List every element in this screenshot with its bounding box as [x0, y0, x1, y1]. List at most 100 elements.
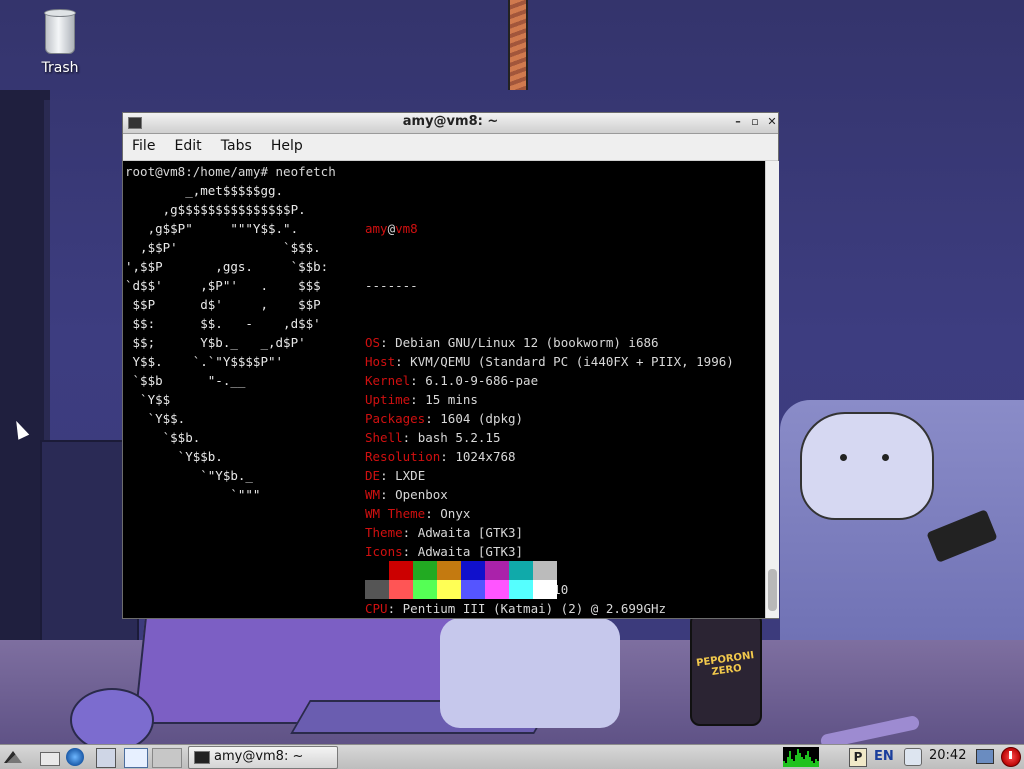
logo-line: $$P d$' , $$P	[125, 297, 321, 312]
info-value: Openbox	[395, 487, 448, 502]
palette-swatch	[437, 580, 461, 599]
info-row: Kernel: 6.1.0-9-686-pae	[365, 371, 734, 390]
cpu-bar	[817, 761, 819, 767]
wallpaper-cat-eye	[840, 454, 847, 461]
info-colon: :	[395, 354, 411, 369]
info-separator: -------	[365, 278, 418, 293]
color-palette	[365, 561, 557, 599]
info-label: Kernel	[365, 373, 411, 388]
wallpaper-cat	[800, 412, 934, 520]
info-label: Resolution	[365, 449, 441, 464]
logo-line: `Y$$b.	[125, 449, 223, 464]
palette-swatch	[461, 561, 485, 580]
palette-swatch	[389, 580, 413, 599]
info-row: CPU: Pentium III (Katmai) (2) @ 2.699GHz	[365, 599, 734, 618]
info-row: Host: KVM/QEMU (Standard PC (i440FX + PI…	[365, 352, 734, 371]
scrollbar[interactable]	[765, 161, 779, 618]
palette-swatch	[365, 580, 389, 599]
close-button[interactable]: ✕	[765, 115, 779, 129]
file-manager-icon[interactable]	[40, 752, 60, 766]
info-host: vm8	[395, 221, 418, 236]
palette-swatch	[485, 580, 509, 599]
logo-line: _,met$$$$$gg.	[125, 183, 284, 198]
palette-swatch	[461, 580, 485, 599]
desktop-icon-label: Trash	[41, 60, 79, 76]
menu-launcher-icon[interactable]	[4, 748, 22, 766]
info-value: Pentium III (Katmai) (2) @ 2.699GHz	[402, 601, 667, 616]
desktop-icon-trash[interactable]: Trash	[30, 9, 90, 76]
info-label: WM	[365, 487, 381, 502]
info-label: Shell	[365, 430, 403, 445]
logo-line: `Y$$	[125, 392, 171, 407]
palette-swatch	[365, 561, 389, 580]
info-value: Onyx	[440, 506, 471, 521]
wallpaper-can-label: PEPORONI ZERO	[695, 650, 755, 679]
wallpaper-rope	[508, 0, 528, 90]
clock[interactable]: 20:42	[929, 748, 966, 763]
info-label: WM Theme	[365, 506, 426, 521]
info-colon: :	[425, 506, 441, 521]
terminal-output[interactable]: root@vm8:/home/amy# neofetch _,met$$$$$g…	[123, 161, 765, 618]
logo-line: ',$$P ,ggs. `$$b:	[125, 259, 329, 274]
info-label: Host	[365, 354, 396, 369]
cpu-monitor[interactable]	[783, 747, 819, 767]
palette-swatch	[437, 561, 461, 580]
info-colon: :	[410, 392, 426, 407]
info-value: KVM/QEMU (Standard PC (i440FX + PIIX, 19…	[410, 354, 734, 369]
info-label: Packages	[365, 411, 426, 426]
menu-help[interactable]: Help	[264, 134, 310, 154]
workspace-2-button[interactable]	[152, 748, 182, 768]
info-colon: :	[402, 430, 418, 445]
info-row: DE: LXDE	[365, 466, 734, 485]
tray-app-icon[interactable]: P	[849, 748, 867, 767]
terminal-window[interactable]: amy@vm8: ~ – ▫ ✕ File Edit Tabs Help roo…	[122, 112, 779, 619]
wallpaper-cat-eye	[882, 454, 889, 461]
taskbar-window-button[interactable]: amy@vm8: ~	[188, 746, 338, 769]
workspace-1-button[interactable]	[124, 748, 148, 768]
show-desktop-icon[interactable]	[96, 748, 116, 768]
display-icon[interactable]	[976, 749, 994, 764]
info-colon: :	[402, 544, 418, 559]
info-value: Debian GNU/Linux 12 (bookworm) i686	[395, 335, 659, 350]
logo-line: $$; Y$b._ _,d$P'	[125, 335, 306, 350]
logo-line: ,g$$$$$$$$$$$$$$$P.	[125, 202, 306, 217]
info-row: Shell: bash 5.2.15	[365, 428, 734, 447]
logo-line: `$$b.	[125, 430, 201, 445]
menu-edit[interactable]: Edit	[168, 134, 209, 154]
info-value: Adwaita [GTK3]	[417, 544, 524, 559]
palette-swatch	[413, 561, 437, 580]
logo-line: `"""	[125, 487, 261, 502]
keyboard-layout-indicator[interactable]: EN	[874, 749, 894, 764]
info-user: amy	[365, 221, 388, 236]
system-info: amy@vm8 ------- OS: Debian GNU/Linux 12 …	[365, 181, 734, 618]
menubar: File Edit Tabs Help	[123, 134, 778, 161]
web-browser-icon[interactable]	[66, 748, 84, 766]
logo-line: Y$$. `.`"Y$$$$P"'	[125, 354, 284, 369]
palette-swatch	[509, 561, 533, 580]
logo-line: $$: $$. - ,d$$'	[125, 316, 321, 331]
window-titlebar[interactable]: amy@vm8: ~ – ▫ ✕	[123, 113, 778, 134]
info-label: CPU	[365, 601, 388, 616]
logo-line: `Y$$.	[125, 411, 186, 426]
menu-file[interactable]: File	[123, 134, 162, 154]
minimize-button[interactable]: –	[731, 115, 745, 129]
maximize-button[interactable]: ▫	[748, 115, 762, 129]
menu-tabs[interactable]: Tabs	[214, 134, 259, 154]
scrollbar-thumb[interactable]	[768, 569, 777, 611]
info-value: 1604 (dpkg)	[440, 411, 524, 426]
palette-swatch	[389, 561, 413, 580]
palette-swatch	[509, 580, 533, 599]
taskbar-window-label: amy@vm8: ~	[214, 749, 304, 764]
terminal-icon	[194, 751, 210, 764]
search-icon[interactable]	[904, 748, 922, 766]
logo-line: ,g$$P" """Y$$.".	[125, 221, 299, 236]
logo-line: ,$$P' `$$$.	[125, 240, 321, 255]
info-colon: :	[387, 601, 403, 616]
logo-line: `$$b "-.__	[125, 373, 246, 388]
user-host-line: amy@vm8	[365, 219, 734, 238]
info-colon: :	[425, 411, 441, 426]
info-value: bash 5.2.15	[417, 430, 501, 445]
power-icon[interactable]	[1001, 747, 1021, 767]
info-row: WM: Openbox	[365, 485, 734, 504]
info-value: 15 mins	[425, 392, 478, 407]
